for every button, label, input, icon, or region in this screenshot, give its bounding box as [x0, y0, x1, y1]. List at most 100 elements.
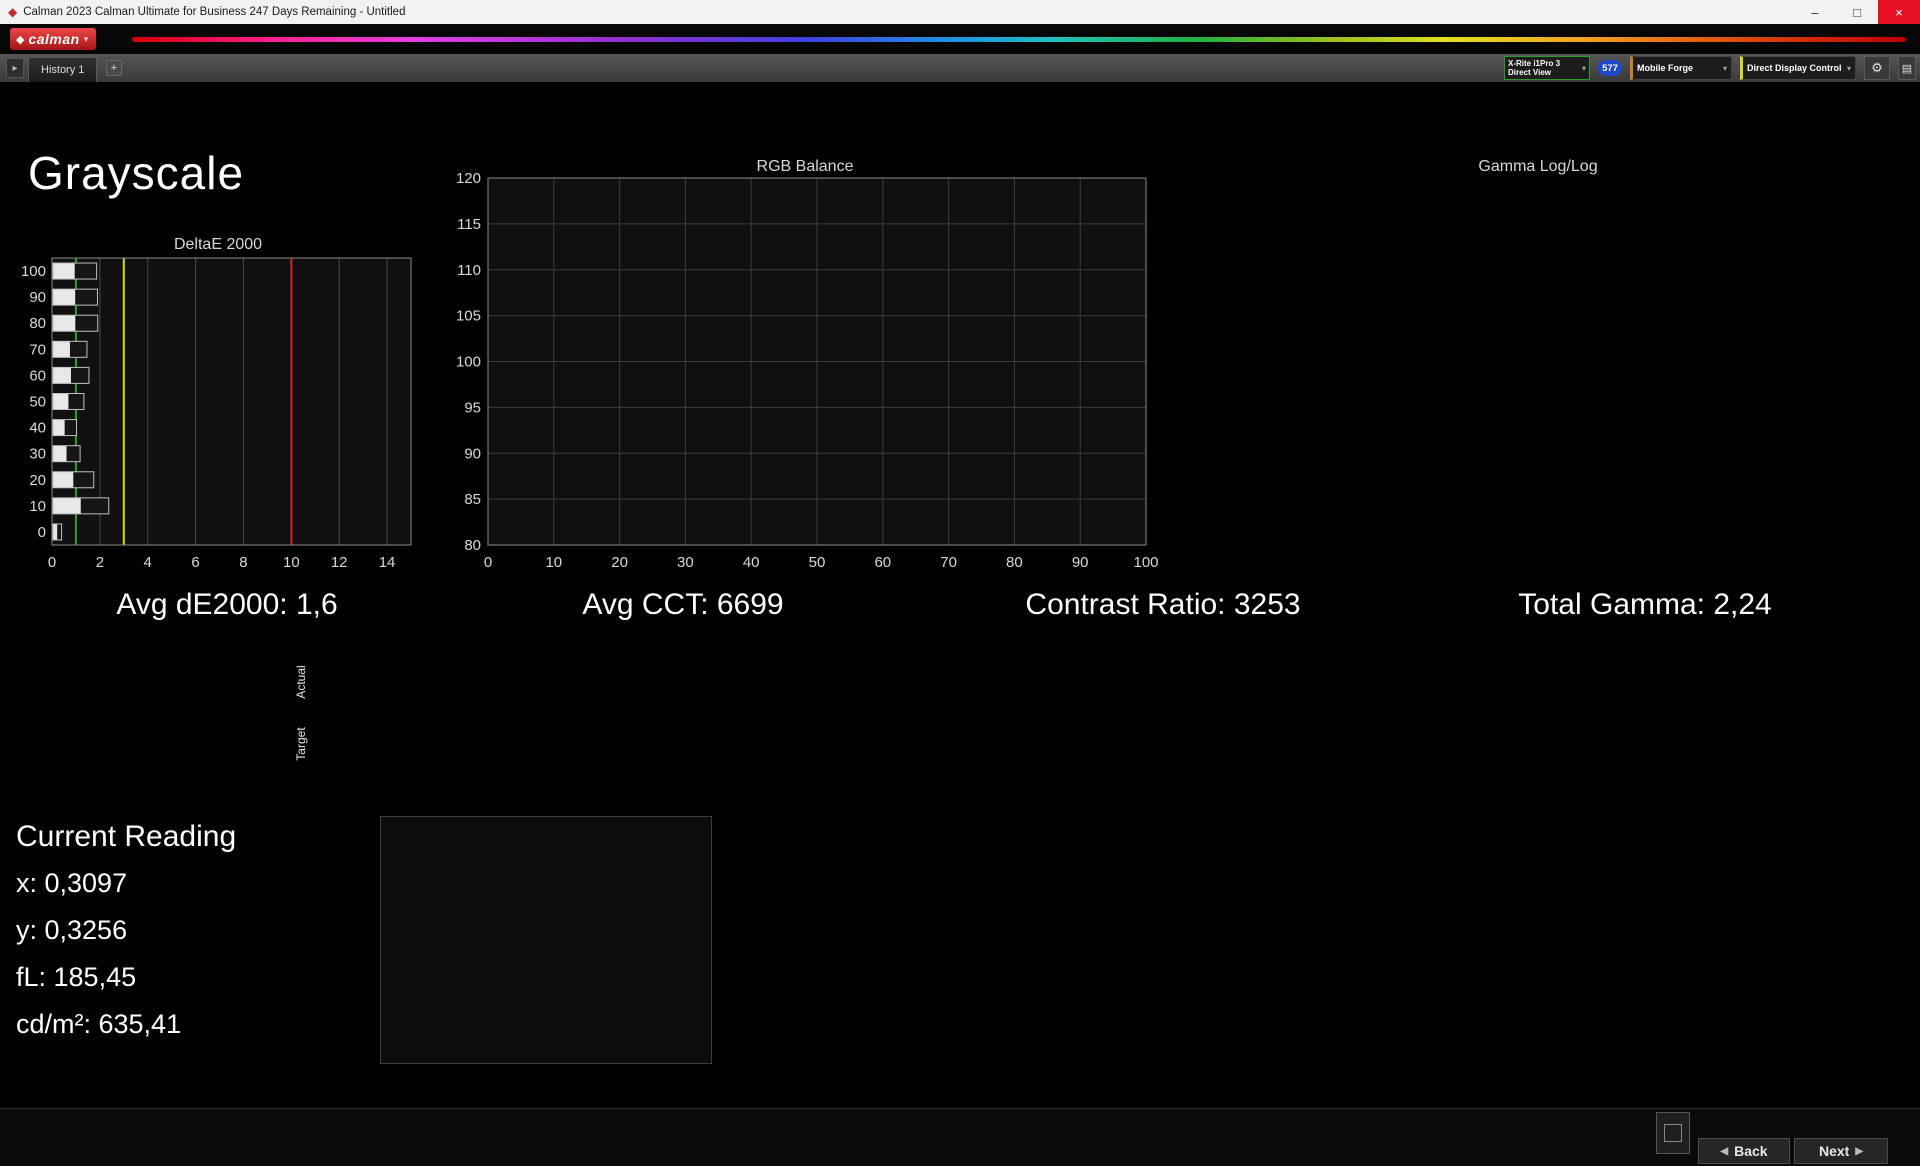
rainbow-gradient-bar — [132, 37, 1906, 42]
chevron-down-icon: ▾ — [83, 33, 89, 44]
svg-text:110: 110 — [457, 262, 481, 279]
svg-text:120: 120 — [456, 172, 481, 187]
cie-chart — [380, 816, 712, 1064]
svg-text:85: 85 — [464, 491, 481, 508]
avg-de2000-stat: Avg dE2000: 1,6 — [116, 588, 338, 621]
gear-icon: ⚙ — [1871, 60, 1883, 75]
add-tab-button[interactable]: + — [106, 60, 122, 76]
svg-text:20: 20 — [611, 554, 628, 571]
maximize-button[interactable]: □ — [1836, 0, 1878, 24]
target-row-label: Target — [294, 727, 308, 761]
svg-text:8: 8 — [239, 554, 247, 571]
svg-text:0: 0 — [48, 554, 56, 571]
svg-text:10: 10 — [29, 498, 46, 515]
bottom-bar: ◀ Back Next ▶ — [0, 1108, 1920, 1166]
svg-text:6: 6 — [191, 554, 199, 571]
svg-text:0: 0 — [484, 554, 492, 571]
close-button[interactable]: × — [1878, 0, 1920, 24]
current-patch-icon — [1664, 1124, 1682, 1142]
titlebar: ◆ Calman 2023 Calman Ultimate for Busine… — [0, 0, 1920, 24]
rgb-balance-chart: 0 10 20 30 40 50 60 70 80 90 100 80 85 90 95 100 105 110 1… — [450, 170, 1160, 589]
back-button[interactable]: ◀ Back — [1698, 1138, 1790, 1164]
back-label: Back — [1734, 1143, 1768, 1159]
display-control-label: Direct Display Control — [1747, 63, 1842, 73]
logo-bar: ◆ calman ▾ — [0, 24, 1920, 54]
meter-labels: X-Rite i1Pro 3 Direct View — [1508, 59, 1582, 77]
app-icon: ◆ — [8, 5, 18, 19]
meter-select[interactable]: X-Rite i1Pro 3 Direct View ▾ — [1504, 56, 1590, 80]
tab-history-1[interactable]: History 1 — [28, 57, 98, 82]
reading-cdm2: cd/m²: 635,41 — [16, 1009, 182, 1039]
calman-menu-button[interactable]: ◆ calman ▾ — [10, 28, 97, 50]
calman-app: ◆ Calman 2023 Calman Ultimate for Busine… — [0, 0, 1920, 1166]
back-icon: ◀ — [1720, 1145, 1729, 1157]
svg-text:80: 80 — [464, 537, 481, 554]
svg-text:40: 40 — [743, 554, 760, 571]
toolbar-right: X-Rite i1Pro 3 Direct View ▾ 577 Mobile … — [1504, 56, 1916, 80]
page-title: Grayscale — [28, 147, 245, 199]
panel-toggle-button[interactable]: ▤ — [1898, 56, 1916, 80]
svg-text:100: 100 — [1133, 554, 1158, 571]
svg-text:0: 0 — [38, 524, 46, 541]
chevron-down-icon: ▾ — [1722, 63, 1727, 73]
svg-text:95: 95 — [464, 399, 481, 416]
svg-text:2: 2 — [96, 554, 104, 571]
svg-text:90: 90 — [1072, 554, 1089, 571]
minimize-button[interactable]: – — [1794, 0, 1836, 24]
calman-logo-icon: ◆ — [16, 33, 25, 46]
svg-text:60: 60 — [874, 554, 891, 571]
actual-row-label: Actual — [294, 665, 308, 699]
settings-button[interactable]: ⚙ — [1864, 56, 1890, 80]
next-icon: ▶ — [1855, 1145, 1864, 1157]
display-control-select[interactable]: Direct Display Control ▾ — [1740, 56, 1856, 80]
next-label: Next — [1818, 1143, 1850, 1159]
svg-text:10: 10 — [545, 554, 562, 571]
next-button[interactable]: Next ▶ — [1794, 1138, 1888, 1164]
deltae-chart: 0 2 4 6 8 10 12 14 100 90 80 70 60 50 40 30 20 10 0 — [18, 252, 418, 581]
brand-name: calman — [28, 31, 80, 47]
svg-text:90: 90 — [464, 445, 481, 462]
grayscale-swatch-strip: Actual Target — [0, 645, 1920, 797]
svg-text:50: 50 — [809, 554, 826, 571]
window-controls: – □ × — [1794, 0, 1920, 24]
svg-text:14: 14 — [379, 554, 396, 571]
svg-text:80: 80 — [29, 315, 46, 332]
svg-text:70: 70 — [29, 341, 46, 358]
svg-text:50: 50 — [29, 394, 46, 411]
window-title: Calman 2023 Calman Ultimate for Business… — [23, 6, 406, 18]
gamma-chart-title: Gamma Log/Log — [1478, 158, 1598, 175]
current-reading-title: Current Reading — [16, 820, 237, 853]
tab-scroll-button[interactable]: ▸ — [6, 58, 24, 78]
svg-text:60: 60 — [29, 367, 46, 384]
pattern-source-label: Mobile Forge — [1637, 63, 1693, 73]
svg-text:70: 70 — [940, 554, 957, 571]
svg-text:105: 105 — [456, 308, 481, 325]
svg-text:100: 100 — [21, 263, 46, 280]
total-gamma-stat: Total Gamma: 2,24 — [1518, 588, 1772, 621]
meter-count-badge: 577 — [1598, 60, 1622, 76]
reading-y: y: 0,3256 — [16, 915, 128, 945]
svg-text:20: 20 — [29, 472, 46, 489]
svg-text:4: 4 — [144, 554, 152, 571]
pattern-source-select[interactable]: Mobile Forge ▾ — [1630, 56, 1732, 80]
svg-text:115: 115 — [457, 216, 481, 233]
svg-text:100: 100 — [456, 354, 481, 371]
reading-x: x: 0,3097 — [16, 868, 128, 898]
meter-name: X-Rite i1Pro 3 — [1508, 59, 1561, 68]
contrast-ratio-stat: Contrast Ratio: 3253 — [1025, 588, 1301, 621]
svg-text:10: 10 — [283, 554, 300, 571]
reading-fl: fL: 185,45 — [16, 962, 137, 992]
svg-text:40: 40 — [29, 420, 46, 437]
meter-mode: Direct View — [1508, 68, 1551, 77]
svg-text:30: 30 — [29, 446, 46, 463]
chevron-down-icon: ▾ — [1846, 63, 1851, 73]
panel-icon: ▤ — [1901, 62, 1913, 75]
svg-text:30: 30 — [677, 554, 694, 571]
svg-text:90: 90 — [29, 289, 46, 306]
svg-text:80: 80 — [1006, 554, 1023, 571]
avg-cct-stat: Avg CCT: 6699 — [582, 588, 784, 621]
svg-text:12: 12 — [331, 554, 348, 571]
patch-window-button[interactable] — [1656, 1112, 1690, 1154]
chevron-down-icon: ▾ — [1581, 63, 1586, 73]
tab-bar: ▸ History 1 + X-Rite i1Pro 3 Direct View… — [0, 54, 1920, 82]
